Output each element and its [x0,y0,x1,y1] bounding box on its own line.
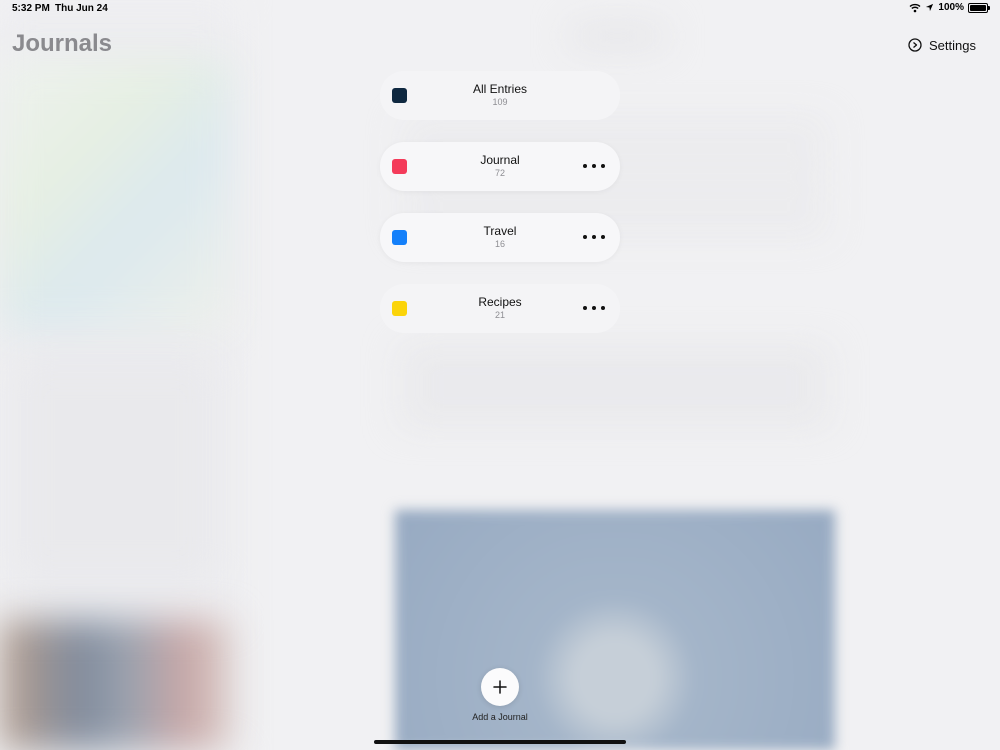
background-map [0,60,230,330]
journal-item-journal[interactable]: Journal 72 [380,142,620,191]
settings-label: Settings [929,37,976,53]
battery-percent: 100% [938,2,964,13]
status-date: Thu Jun 24 [55,3,108,14]
journal-item-travel[interactable]: Travel 16 [380,213,620,262]
background-photos [0,620,230,750]
add-journal-button[interactable] [481,668,519,706]
plus-icon [493,680,507,694]
background-card [15,360,215,580]
status-bar: 5:32 PM Thu Jun 24 100% [0,0,1000,18]
status-right: 100% [909,2,990,13]
settings-button[interactable]: Settings [900,30,984,60]
status-time: 5:32 PM [12,3,50,14]
add-journal-label: Add a Journal [472,712,528,722]
settings-icon [908,38,922,52]
wifi-icon [909,3,921,12]
journal-item-all-entries[interactable]: All Entries 109 [380,71,620,120]
background-header [570,25,665,47]
journal-count: 109 [492,97,508,107]
more-options-icon[interactable] [583,230,605,244]
more-options-icon[interactable] [583,301,605,315]
background-text-lines-2 [400,350,830,430]
page-title: Journals [12,30,113,57]
battery-icon [968,2,990,13]
location-icon [926,3,934,12]
journal-name: All Entries [472,82,528,96]
more-options-icon[interactable] [583,159,605,173]
home-indicator[interactable] [374,740,626,744]
journal-item-recipes[interactable]: Recipes 21 [380,284,620,333]
